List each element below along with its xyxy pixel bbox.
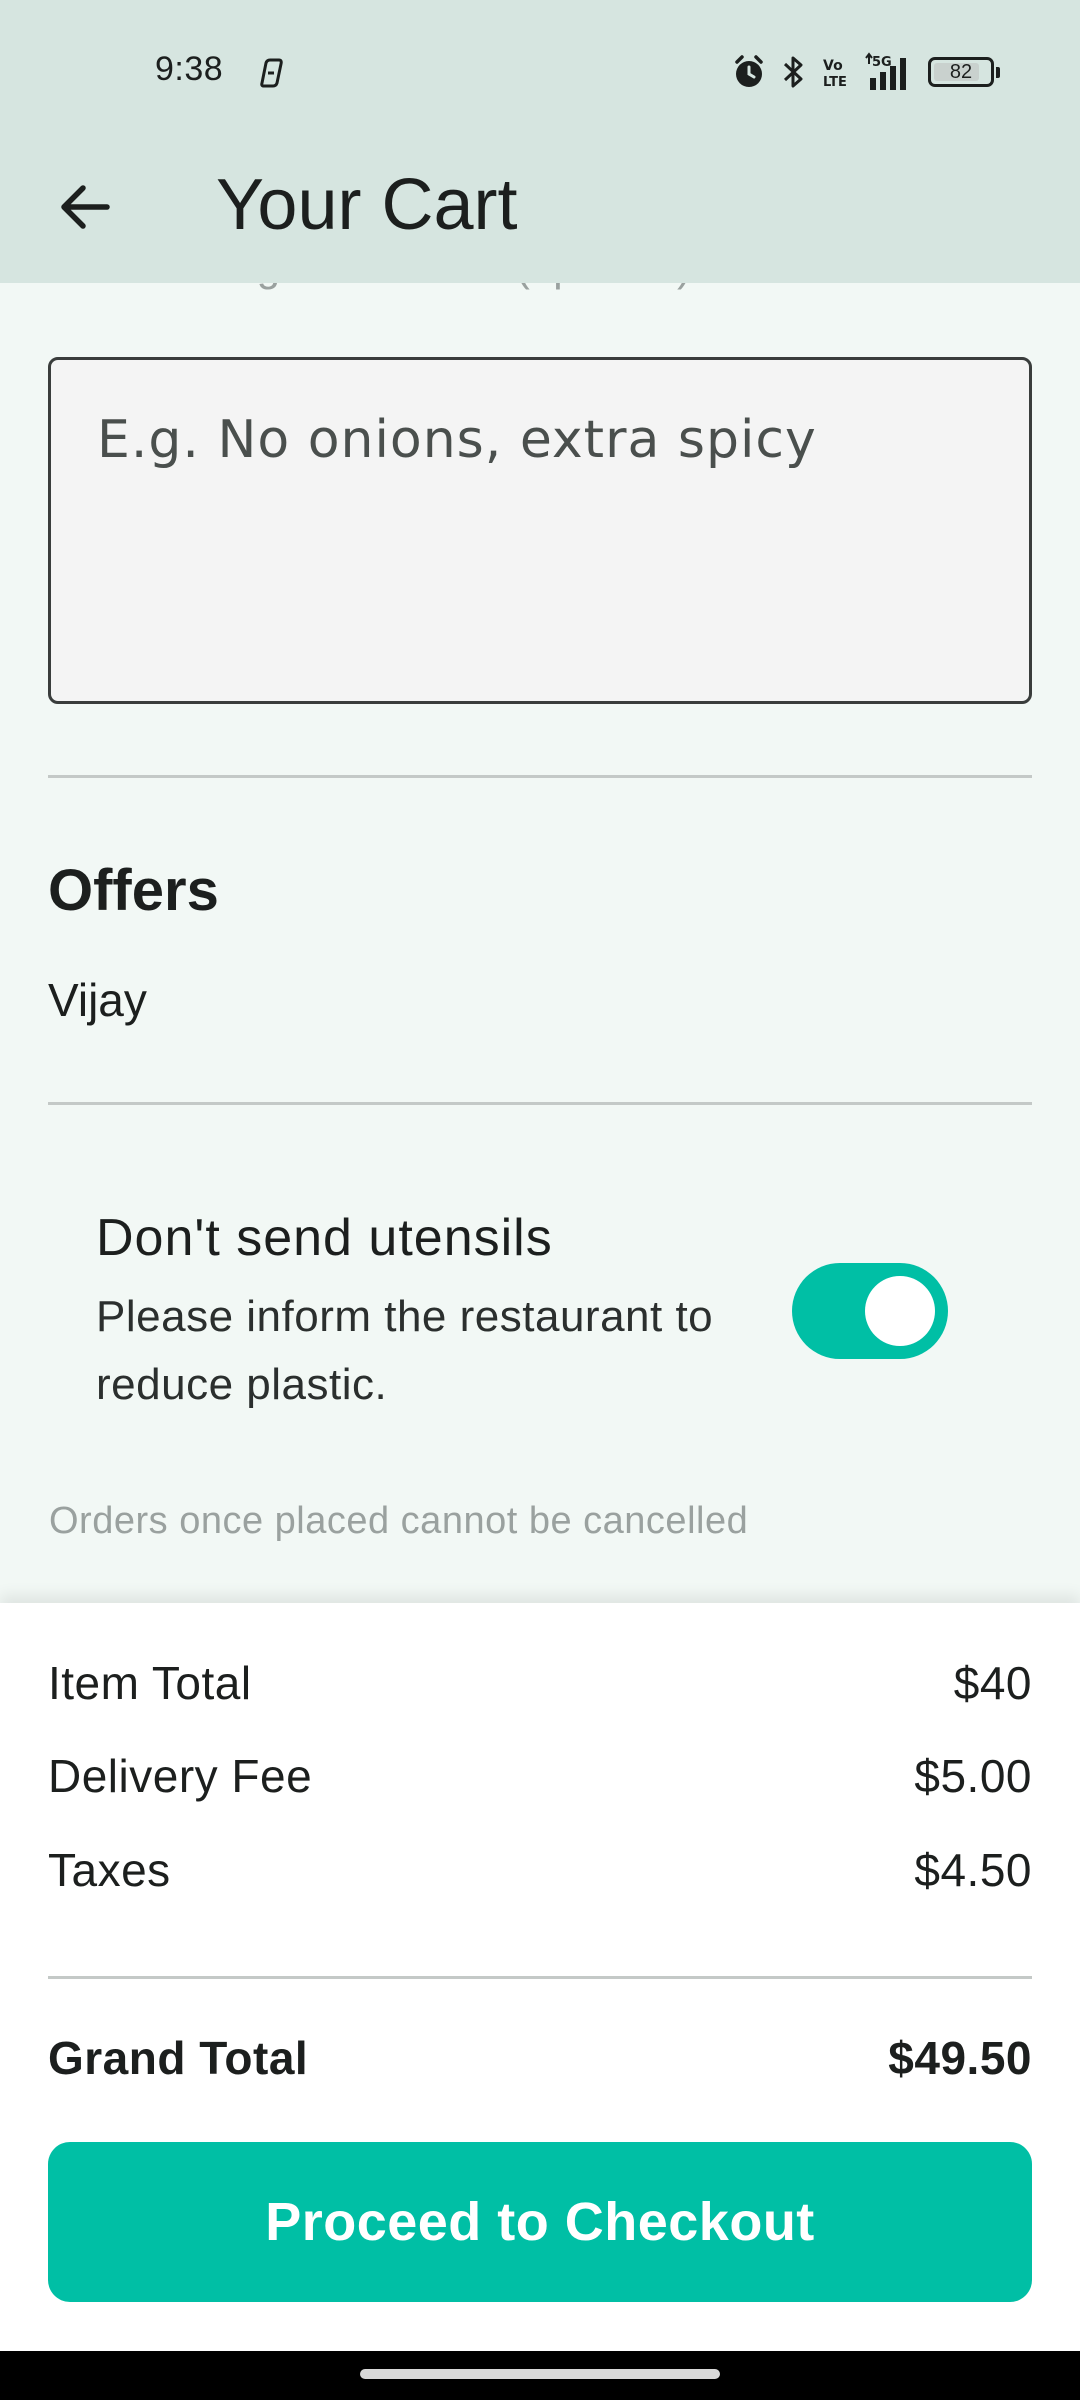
cart-content[interactable]: Add cooking instructions (optional) E.g.… bbox=[0, 283, 1080, 1603]
utensils-toggle[interactable] bbox=[792, 1263, 948, 1359]
back-button[interactable] bbox=[40, 162, 130, 252]
instructions-label: Add cooking instructions (optional) bbox=[49, 283, 691, 291]
grand-total-row: Grand Total $49.50 bbox=[48, 2031, 1032, 2085]
home-gesture-handle[interactable] bbox=[360, 2369, 720, 2379]
divider bbox=[48, 1102, 1032, 1105]
alarm-icon bbox=[735, 55, 763, 87]
offers-title: Offers bbox=[48, 858, 219, 923]
toggle-knob bbox=[865, 1276, 935, 1346]
svg-text:LTE: LTE bbox=[823, 75, 847, 90]
delivery-fee-row: Delivery Fee $5.00 bbox=[48, 1749, 1032, 1803]
status-time: 9:38 bbox=[155, 50, 224, 88]
top-app-region: 9:38 Vo LTE 5G 82 Your Cart bbox=[0, 0, 1080, 283]
proceed-to-checkout-button[interactable]: Proceed to Checkout bbox=[48, 2142, 1032, 2302]
svg-text:Vo: Vo bbox=[823, 58, 843, 74]
volte-icon: Vo LTE bbox=[823, 58, 847, 90]
delivery-fee-value: $5.00 bbox=[914, 1750, 1032, 1802]
taxes-label: Taxes bbox=[48, 1844, 171, 1896]
delivery-fee-label: Delivery Fee bbox=[48, 1750, 313, 1802]
battery-level: 82 bbox=[949, 60, 973, 83]
grand-total-value: $49.50 bbox=[888, 2032, 1032, 2084]
cancellation-note: Orders once placed cannot be cancelled bbox=[49, 1500, 749, 1542]
taxes-row: Taxes $4.50 bbox=[48, 1843, 1032, 1897]
battery-icon: 82 bbox=[928, 57, 1000, 87]
taxes-value: $4.50 bbox=[914, 1844, 1032, 1896]
item-total-row: Item Total $40 bbox=[48, 1656, 1032, 1710]
instructions-input[interactable]: E.g. No onions, extra spicy bbox=[48, 357, 1032, 704]
grand-total-label: Grand Total bbox=[48, 2032, 309, 2084]
divider bbox=[48, 775, 1032, 778]
bluetooth-icon bbox=[783, 56, 803, 88]
offers-value[interactable]: Vijay bbox=[48, 973, 147, 1027]
status-icons: Vo LTE 5G 82 bbox=[732, 48, 1000, 96]
5g-signal-icon: 5G bbox=[865, 52, 906, 90]
utensils-description: Please inform the restaurant to reduce p… bbox=[96, 1292, 714, 1409]
page-title: Your Cart bbox=[216, 165, 518, 245]
status-bar: 9:38 Vo LTE 5G 82 bbox=[0, 0, 1080, 140]
cart-screen: 9:38 Vo LTE 5G 82 Your Cart E.g. No onio… bbox=[0, 0, 1080, 2400]
bill-summary: Item Total $40 Delivery Fee $5.00 Taxes … bbox=[0, 1603, 1080, 2351]
copilot-icon bbox=[260, 58, 283, 88]
arrow-back-icon bbox=[61, 185, 110, 229]
system-nav-bar bbox=[0, 2351, 1080, 2400]
app-bar: Your Cart bbox=[0, 140, 1080, 283]
utensils-title: Don't send utensils bbox=[96, 1209, 553, 1267]
item-total-value: $40 bbox=[953, 1657, 1032, 1709]
svg-text:5G: 5G bbox=[872, 55, 892, 70]
divider bbox=[48, 1976, 1032, 1979]
item-total-label: Item Total bbox=[48, 1657, 252, 1709]
